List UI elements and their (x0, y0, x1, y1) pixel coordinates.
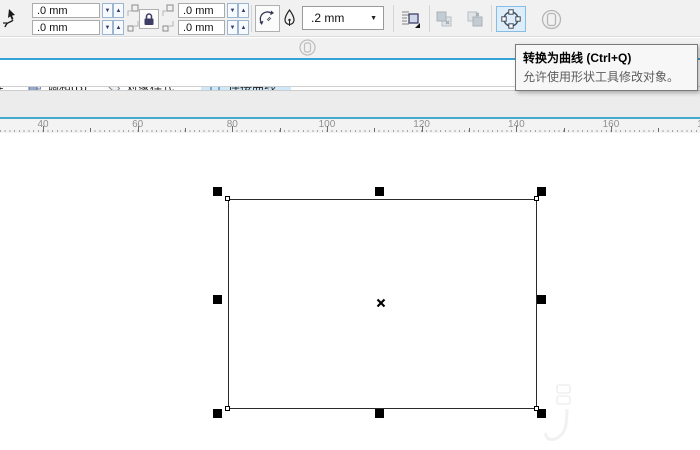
ruler-minor-ticks (0, 130, 700, 132)
tooltip-description: 允许使用形状工具修改对象。 (523, 70, 680, 84)
docker-disabled-icon (299, 39, 316, 56)
object-center-marker[interactable] (376, 298, 386, 308)
drawing-canvas[interactable] (0, 133, 700, 450)
handle-top-right[interactable] (537, 187, 546, 196)
toolbar-separator (251, 5, 252, 32)
combine-button[interactable] (539, 7, 563, 31)
property-bar: ▼ ▲ ▼ ▲ (0, 0, 700, 37)
ruler-mid-tick (184, 128, 186, 132)
ruler-mid-tick (658, 128, 660, 132)
rotation-angle-button[interactable] (255, 5, 280, 32)
rounded-shape-icon (541, 9, 562, 30)
handle-middle-right[interactable] (537, 295, 546, 304)
node-top-left[interactable] (225, 196, 230, 201)
app-window: ▼ ▲ ▼ ▲ (0, 0, 700, 450)
w-spin-down-icon[interactable]: ▼ (227, 3, 238, 18)
to-back-button[interactable] (464, 8, 486, 30)
to-back-icon (466, 10, 484, 28)
to-front-icon (435, 10, 453, 28)
ruler-mid-tick (90, 128, 92, 132)
ruler-mid-tick (468, 128, 470, 132)
ruler-major-tick (610, 126, 612, 132)
h-spin-up-icon[interactable]: ▲ (238, 20, 249, 35)
node-bottom-right[interactable] (534, 406, 539, 411)
w-spin-up-icon[interactable]: ▲ (238, 3, 249, 18)
y-spin-down-icon[interactable]: ▼ (102, 20, 113, 35)
to-front-button[interactable] (433, 8, 455, 30)
object-y-field[interactable] (32, 20, 100, 35)
outline-width-value: .2 mm (311, 11, 345, 25)
shape-tool-cursor-icon (2, 7, 26, 31)
horizontal-ruler[interactable]: 406080100120140160180 (0, 119, 700, 133)
x-spin-up-icon[interactable]: ▲ (113, 3, 124, 18)
node-top-right[interactable] (534, 196, 539, 201)
tooltip: 转换为曲线 (Ctrl+Q) 允许使用形状工具修改对象。 (515, 44, 698, 91)
ruler-major-tick (326, 126, 328, 132)
ruler-major-tick (137, 126, 139, 132)
convert-to-curves-button[interactable] (496, 6, 526, 32)
lock-ratio-button[interactable] (139, 9, 159, 29)
object-x-field[interactable] (32, 3, 100, 18)
h-spin-down-icon[interactable]: ▼ (227, 20, 238, 35)
watermark (543, 383, 577, 445)
ruler-major-tick (232, 126, 234, 132)
size-reference-left-icon (126, 4, 140, 34)
size-reference-right-icon (161, 4, 175, 34)
outline-pen-icon (283, 9, 296, 29)
lock-icon (143, 12, 155, 26)
ruler-major-tick (421, 126, 423, 132)
toolbar-spacer-band (0, 91, 700, 117)
ruler-mid-tick (563, 128, 565, 132)
y-spin-up-icon[interactable]: ▲ (113, 20, 124, 35)
node-bottom-left[interactable] (225, 406, 230, 411)
object-width-field[interactable] (178, 3, 225, 18)
ruler-major-tick (516, 126, 518, 132)
wrap-text-button[interactable] (398, 6, 424, 32)
rotate-icon (259, 10, 276, 27)
handle-middle-left[interactable] (213, 295, 222, 304)
handle-top-left[interactable] (213, 187, 222, 196)
chevron-down-icon: ▼ (370, 15, 377, 22)
object-height-field[interactable] (178, 20, 225, 35)
handle-bottom-left[interactable] (213, 409, 222, 418)
wrap-text-icon (401, 9, 421, 29)
toolbar-separator (429, 5, 430, 32)
tooltip-title: 转换为曲线 (Ctrl+Q) (523, 51, 632, 65)
handle-bottom-center[interactable] (375, 409, 384, 418)
toolbar-separator (393, 5, 394, 32)
x-spin-down-icon[interactable]: ▼ (102, 3, 113, 18)
ruler-mid-tick (374, 128, 376, 132)
outline-width-select[interactable]: .2 mm ▼ (302, 6, 384, 30)
toolbar-separator (491, 5, 492, 32)
ruler-major-tick (43, 126, 44, 132)
ruler-mid-tick (279, 128, 281, 132)
handle-top-center[interactable] (375, 187, 384, 196)
curve-nodes-icon (501, 9, 521, 29)
